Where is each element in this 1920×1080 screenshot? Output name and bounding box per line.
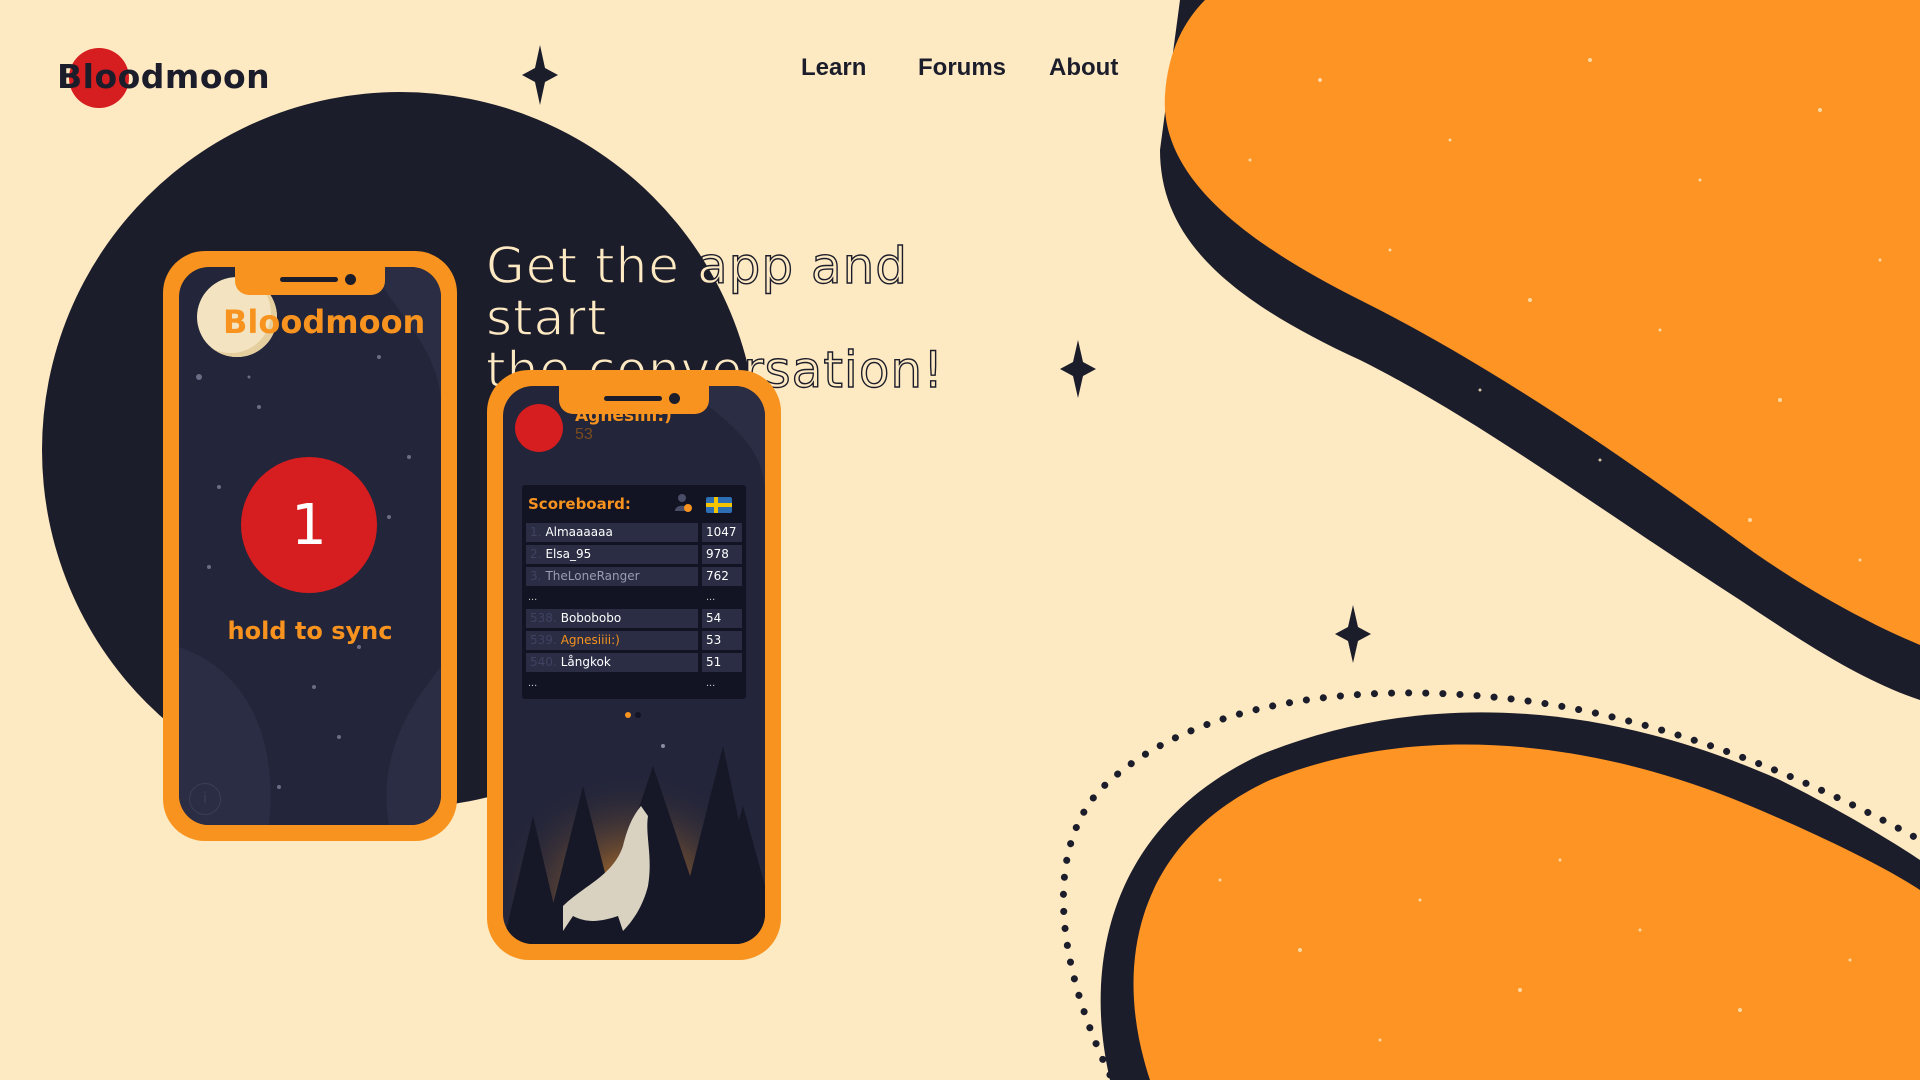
row-rank: 538. <box>530 611 557 625</box>
phone-sync-mockup: Bloodmoon 1 hold to sync i <box>163 251 457 841</box>
sparkle-star-icon <box>1060 340 1096 398</box>
row-rank: 3. <box>530 569 542 583</box>
row-score: 978 <box>702 545 742 564</box>
table-row: 2. Elsa_95 978 <box>526 545 742 564</box>
row-name: TheLoneRanger <box>545 569 640 583</box>
row-score: 51 <box>702 653 742 672</box>
ellipsis: ... <box>706 677 716 689</box>
sync-count: 1 <box>291 492 327 558</box>
phone-notch <box>235 267 385 295</box>
top-right-blob <box>1164 0 1920 645</box>
user-avatar[interactable] <box>515 404 563 452</box>
phone-speaker <box>604 396 662 401</box>
row-name: Långkok <box>560 655 611 669</box>
sparkle-star-icon <box>1335 605 1371 663</box>
row-name: Elsa_95 <box>545 547 592 561</box>
phone-notch <box>559 386 709 414</box>
phone-camera <box>669 393 680 404</box>
row-score: 54 <box>702 609 742 628</box>
info-icon[interactable]: i <box>189 783 221 815</box>
table-row: 540. Långkok 51 <box>526 653 742 672</box>
row-score: 762 <box>702 567 742 586</box>
brand-name: Bloodmoon <box>57 56 271 96</box>
headline-line-1: Get the app and start <box>485 237 909 347</box>
row-score: 53 <box>702 631 742 650</box>
phone-speaker <box>280 277 338 282</box>
phone-camera <box>345 274 356 285</box>
row-rank: 539. <box>530 633 557 647</box>
ellipsis: ... <box>706 591 716 603</box>
person-icon[interactable] <box>674 493 692 513</box>
pager-dot-active <box>625 712 631 718</box>
scoreboard-panel: Scoreboard: 1. Almaaaaaa 1047 2. Elsa_95 9… <box>522 485 746 699</box>
ellipsis: ... <box>528 677 538 689</box>
row-score: 1047 <box>702 523 742 542</box>
phone-scoreboard-screen: Agnesiiii:) 53 Scoreboard: 1. Almaaaaaa 1… <box>503 386 765 944</box>
row-rank: 2. <box>530 547 542 561</box>
sync-button[interactable]: 1 <box>241 457 377 593</box>
page-indicator[interactable] <box>625 712 641 718</box>
scoreboard-title: Scoreboard: <box>528 495 631 513</box>
brand-logo[interactable]: Bloodmoon <box>57 48 271 108</box>
table-row: 538. Bobobobo 54 <box>526 609 742 628</box>
nav-learn[interactable]: Learn <box>801 54 866 82</box>
row-name: Almaaaaaa <box>545 525 613 539</box>
app-title: Bloodmoon <box>223 303 426 341</box>
sparkle-star-icon <box>522 45 558 105</box>
phone-scoreboard-mockup: Agnesiiii:) 53 Scoreboard: 1. Almaaaaaa 1… <box>487 370 781 960</box>
row-rank: 540. <box>530 655 557 669</box>
table-row: 3. TheLoneRanger 762 <box>526 567 742 586</box>
phone-sync-screen: Bloodmoon 1 hold to sync i <box>179 267 441 825</box>
table-row: 539. Agnesiiii:) 53 <box>526 631 742 650</box>
pager-dot <box>635 712 641 718</box>
table-row: 1. Almaaaaaa 1047 <box>526 523 742 542</box>
sweden-flag-icon[interactable] <box>706 497 732 513</box>
row-name: Bobobobo <box>560 611 622 625</box>
row-rank: 1. <box>530 525 542 539</box>
row-name: Agnesiiii:) <box>560 633 620 647</box>
sync-label: hold to sync <box>227 617 393 645</box>
ellipsis: ... <box>528 591 538 603</box>
profile-score: 53 <box>575 426 593 443</box>
nav-forums[interactable]: Forums <box>918 54 1006 82</box>
nav-about[interactable]: About <box>1049 54 1118 82</box>
